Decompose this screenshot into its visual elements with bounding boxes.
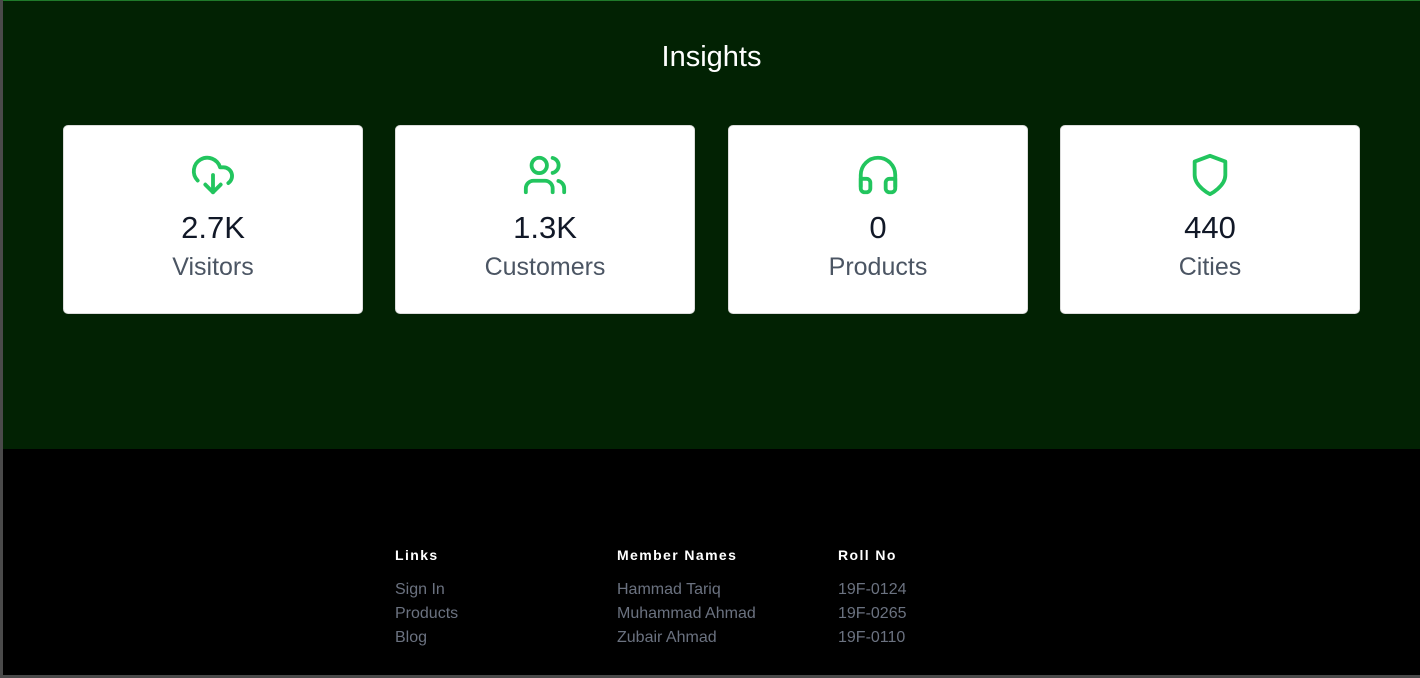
member-name: Muhammad Ahmad <box>617 605 756 622</box>
footer-members-heading: Member Names <box>617 547 738 563</box>
stat-card-cities: 440 Cities <box>1060 125 1360 314</box>
stat-label-visitors: Visitors <box>172 253 254 281</box>
stat-value-products: 0 <box>869 210 887 245</box>
roll-number: 19F-0265 <box>838 605 907 622</box>
member-name: Hammad Tariq <box>617 581 721 598</box>
footer: Links Sign In Products Blog Member Names… <box>3 449 1420 675</box>
stat-label-cities: Cities <box>1178 253 1242 281</box>
footer-members-column: Member Names Hammad Tariq Muhammad Ahmad… <box>617 546 756 650</box>
stat-value-cities: 440 <box>1184 210 1236 245</box>
member-name: Zubair Ahmad <box>617 629 717 646</box>
footer-link-blog[interactable]: Blog <box>395 629 427 646</box>
roll-number: 19F-0124 <box>838 581 907 598</box>
users-icon <box>396 152 694 198</box>
stat-value-visitors: 2.7K <box>181 210 245 245</box>
insights-title: Insights <box>661 41 762 73</box>
roll-number: 19F-0110 <box>838 629 906 646</box>
footer-links-heading: Links <box>395 547 439 563</box>
footer-links-column: Links Sign In Products Blog <box>395 546 458 650</box>
shield-icon <box>1061 152 1359 198</box>
stat-label-customers: Customers <box>484 253 606 281</box>
stat-label-products: Products <box>828 253 928 281</box>
footer-roll-column: Roll No 19F-0124 19F-0265 19F-0110 <box>838 546 907 650</box>
footer-link-products[interactable]: Products <box>395 605 458 622</box>
page: Insights 2.7K Visitors 1.3K Customers 0 … <box>3 0 1420 675</box>
footer-link-sign-in[interactable]: Sign In <box>395 581 445 598</box>
stat-card-customers: 1.3K Customers <box>395 125 695 314</box>
cloud-download-icon <box>64 152 362 198</box>
stat-card-visitors: 2.7K Visitors <box>63 125 363 314</box>
insights-section: Insights 2.7K Visitors 1.3K Customers 0 … <box>3 0 1420 449</box>
headphones-icon <box>729 152 1027 198</box>
stat-card-products: 0 Products <box>728 125 1028 314</box>
footer-roll-heading: Roll No <box>838 547 897 563</box>
stat-value-customers: 1.3K <box>513 210 577 245</box>
